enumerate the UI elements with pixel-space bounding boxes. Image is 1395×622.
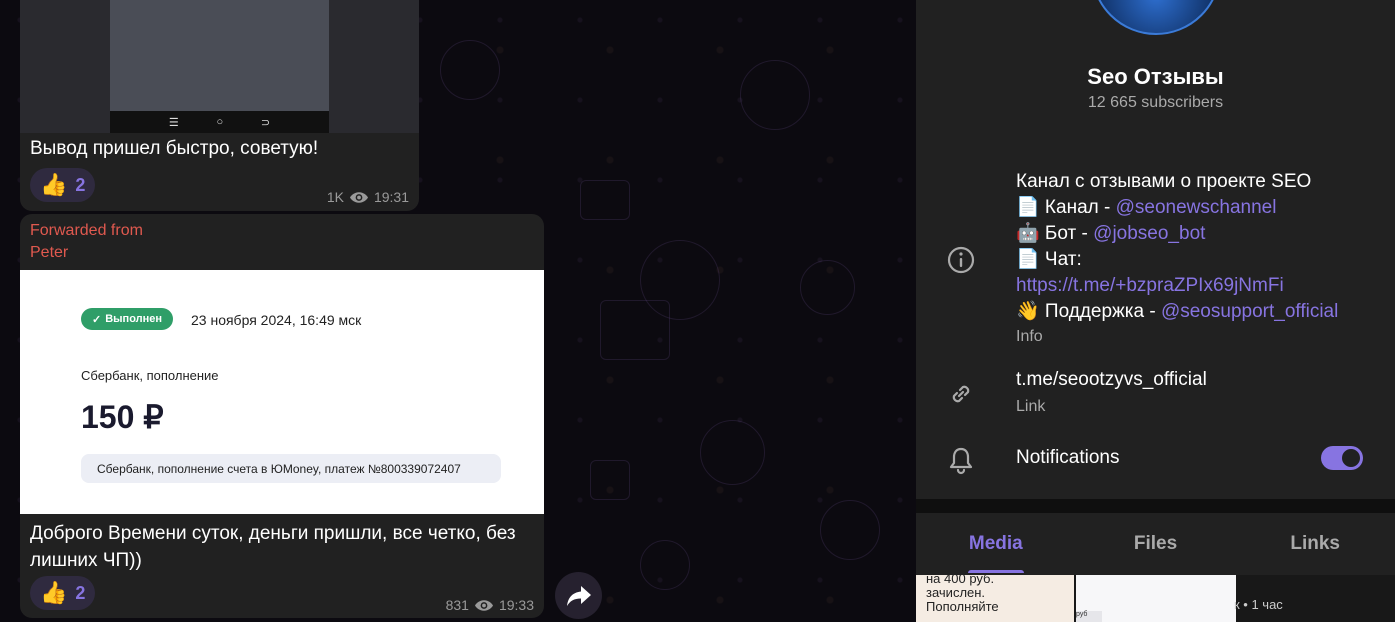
description-label: 📄 Канал - xyxy=(1016,197,1116,218)
media-tabs: Media Files Links xyxy=(916,513,1395,573)
message-time: 19:33 xyxy=(498,597,534,613)
channel-link-url[interactable]: t.me/seootzyvs_official xyxy=(1016,369,1207,391)
background-doodle xyxy=(590,460,630,500)
description-line: 👋 Поддержка - @seosupport_official xyxy=(1016,299,1386,325)
notifications-toggle[interactable] xyxy=(1321,446,1363,470)
message-text: Вывод пришел быстро, советую! xyxy=(30,138,319,159)
receipt-image[interactable]: ✓ Выполнен 23 ноября 2024, 16:49 мск Сбе… xyxy=(20,270,544,514)
media-thumbnail[interactable]: руб xyxy=(1076,575,1236,622)
back-icon: ⊃ xyxy=(260,116,271,129)
background-doodle xyxy=(580,180,630,220)
info-icon xyxy=(947,246,975,274)
bot-link[interactable]: @jobseo_bot xyxy=(1093,223,1205,244)
channel-avatar[interactable] xyxy=(1091,0,1221,35)
link-icon xyxy=(952,385,970,403)
forwarded-label: Forwarded from xyxy=(30,222,143,239)
reaction-button[interactable]: 👍 2 xyxy=(30,168,96,202)
description-line: 🤖 Бот - @jobseo_bot xyxy=(1016,221,1386,247)
message-bubble[interactable]: Forwarded from Peter ✓ Выполнен 23 ноябр… xyxy=(20,214,544,618)
media-grid: на 400 руб. зачислен. Пополняйте руб к •… xyxy=(916,575,1395,622)
chat-link[interactable]: https://t.me/+bzpraZPIx69jNmFi xyxy=(1016,273,1386,299)
eye-icon xyxy=(474,599,493,611)
thumbs-up-icon: 👍 xyxy=(40,580,68,605)
check-icon: ✓ xyxy=(92,313,102,326)
status-badge: ✓ Выполнен xyxy=(81,308,174,330)
message-meta: 1K 19:31 xyxy=(327,189,409,205)
message-bubble[interactable]: ☰ ○ ⊃ Вывод пришел быстро, советую! 👍 2 … xyxy=(20,0,419,211)
description-label: 👋 Поддержка - xyxy=(1016,301,1161,322)
info-label: Info xyxy=(1016,328,1043,345)
tab-media[interactable]: Media xyxy=(916,513,1076,573)
eye-icon xyxy=(349,191,368,203)
bell-icon xyxy=(949,447,973,475)
reaction-count: 2 xyxy=(75,582,86,603)
forward-arrow-icon xyxy=(566,585,591,606)
background-doodle xyxy=(700,420,765,485)
background-doodle xyxy=(640,540,690,590)
description-line: 📄 Канал - @seonewschannel xyxy=(1016,195,1386,221)
description-line: 📄 Чат: xyxy=(1016,249,1082,270)
receipt-date: 23 ноября 2024, 16:49 мск xyxy=(191,312,362,328)
message-time: 19:31 xyxy=(373,189,409,205)
chat-area: ☰ ○ ⊃ Вывод пришел быстро, советую! 👍 2 … xyxy=(0,0,916,622)
background-doodle xyxy=(800,260,855,315)
notifications-label: Notifications xyxy=(1016,447,1120,468)
thumbnail-text: руб xyxy=(1076,611,1102,622)
thumbnail-text: Пополняйте xyxy=(926,599,999,614)
channel-name: Seo Отзывы xyxy=(1087,64,1224,89)
status-label: Выполнен xyxy=(105,313,163,325)
media-thumbnail[interactable]: на 400 руб. зачислен. Пополняйте xyxy=(916,575,1074,622)
forwarded-header[interactable]: Forwarded from Peter xyxy=(30,220,143,264)
view-count: 1K xyxy=(326,189,344,205)
receipt-details-text: Сбербанк, пополнение счета в ЮMoney, пла… xyxy=(97,461,461,476)
tab-links[interactable]: Links xyxy=(1235,513,1395,573)
forwarded-name[interactable]: Peter xyxy=(30,242,143,264)
media-thumbnail-caption[interactable]: к • 1 час xyxy=(1234,597,1283,612)
forward-button[interactable] xyxy=(555,572,602,619)
description-line: Канал с отзывами о проекте SEO xyxy=(1016,171,1312,192)
background-doodle xyxy=(600,300,670,360)
background-doodle xyxy=(440,40,500,100)
reaction-count: 2 xyxy=(75,174,86,195)
phone-navbar: ☰ ○ ⊃ xyxy=(110,111,329,133)
subscriber-count: 12 665 subscribers xyxy=(1087,94,1224,111)
thumbs-up-icon: 👍 xyxy=(40,172,68,197)
channel-info-panel: Seo Отзывы 12 665 subscribers Канал с от… xyxy=(916,0,1395,622)
background-doodle xyxy=(820,500,880,560)
view-count: 831 xyxy=(445,597,469,613)
background-doodle xyxy=(740,60,810,130)
message-photo[interactable]: ☰ ○ ⊃ xyxy=(20,0,419,133)
reaction-button[interactable]: 👍 2 xyxy=(30,576,96,610)
receipt-source: Сбербанк, пополнение xyxy=(81,368,219,383)
support-link[interactable]: @seosupport_official xyxy=(1161,301,1338,322)
toggle-knob xyxy=(1340,447,1362,469)
menu-icon: ☰ xyxy=(168,116,179,129)
description-label: 🤖 Бот - xyxy=(1016,223,1094,244)
message-meta: 831 19:33 xyxy=(446,597,534,613)
channel-link[interactable]: @seonewschannel xyxy=(1116,197,1277,218)
channel-description: Канал с отзывами о проекте SEO 📄 Канал -… xyxy=(1016,169,1386,325)
receipt-amount: 150 ₽ xyxy=(81,399,164,435)
home-icon: ○ xyxy=(216,116,224,128)
receipt-details: Сбербанк, пополнение счета в ЮMoney, пла… xyxy=(81,454,501,483)
link-label: Link xyxy=(1016,398,1046,415)
message-text: Доброго Времени суток, деньги пришли, вс… xyxy=(30,523,516,571)
section-divider xyxy=(916,499,1395,513)
tab-files[interactable]: Files xyxy=(1076,513,1236,573)
